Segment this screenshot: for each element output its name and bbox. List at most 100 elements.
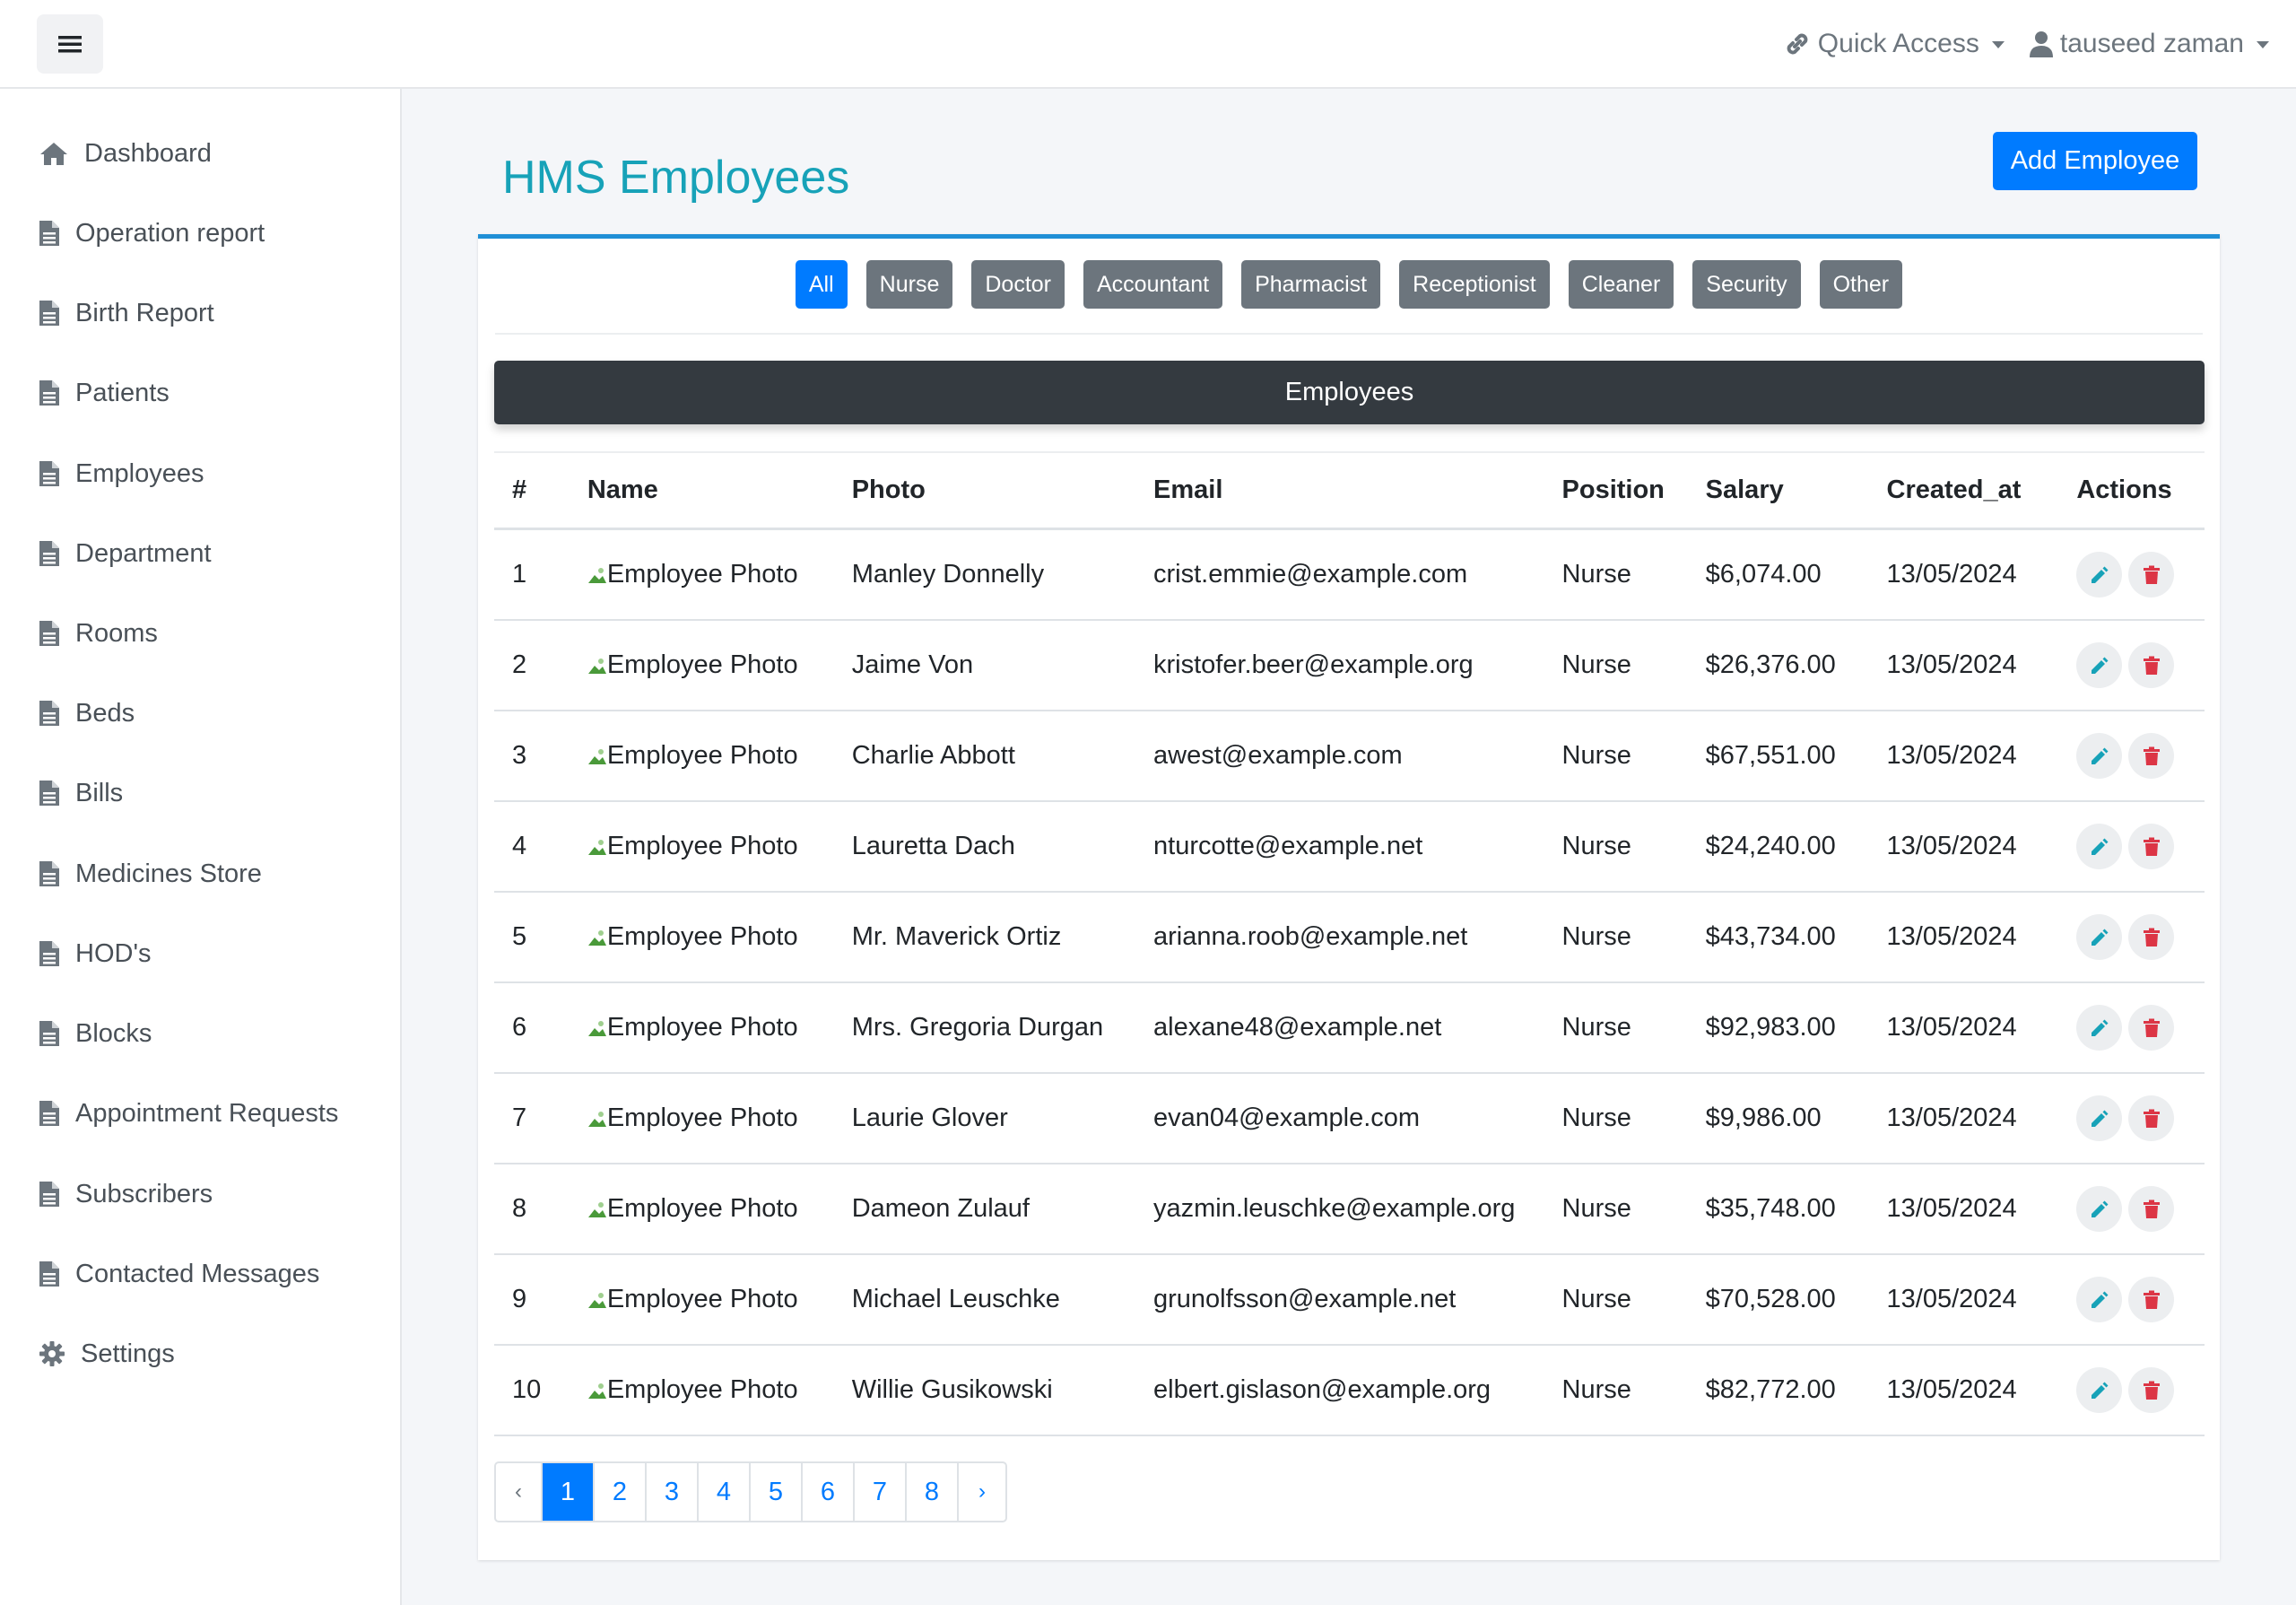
sidebar-item-patients[interactable]: Patients: [39, 371, 170, 415]
row-actions: [2058, 711, 2205, 802]
chevron-down-icon: [2257, 40, 2269, 48]
employee-salary: $82,772.00: [1687, 1345, 1869, 1436]
user-dropdown[interactable]: tauseed zaman: [2029, 29, 2269, 59]
filter-nurse-button[interactable]: Nurse: [865, 260, 953, 309]
pagination-page-2[interactable]: 2: [595, 1463, 647, 1521]
pagination-page-4[interactable]: 4: [699, 1463, 751, 1521]
quick-access-dropdown[interactable]: Quick Access: [1784, 29, 2005, 59]
broken-image-icon: [587, 1292, 606, 1308]
pagination-page-7[interactable]: 7: [855, 1463, 907, 1521]
sidebar-item-medicines-store[interactable]: Medicines Store: [39, 851, 262, 896]
edit-button[interactable]: [2076, 914, 2123, 960]
pencil-icon: [2091, 747, 2109, 764]
add-employee-button[interactable]: Add Employee: [1993, 132, 2197, 190]
edit-button[interactable]: [2076, 1367, 2123, 1413]
filter-security-button[interactable]: Security: [1692, 260, 1801, 309]
edit-button[interactable]: [2076, 1277, 2123, 1322]
filter-all-button[interactable]: All: [795, 260, 848, 309]
employee-salary: $70,528.00: [1687, 1254, 1869, 1346]
delete-button[interactable]: [2128, 642, 2175, 688]
delete-button[interactable]: [2128, 552, 2175, 598]
sidebar-item-label: Subscribers: [75, 1179, 213, 1208]
edit-button[interactable]: [2076, 1095, 2123, 1141]
document-icon: [39, 541, 59, 566]
employee-salary: $67,551.00: [1687, 711, 1869, 802]
pagination-prev-button[interactable]: ‹: [496, 1463, 543, 1521]
sidebar-item-contacted-messages[interactable]: Contacted Messages: [39, 1252, 319, 1296]
row-number: 6: [494, 982, 570, 1074]
employee-email: arianna.roob@example.net: [1135, 892, 1544, 983]
delete-button[interactable]: [2128, 1005, 2175, 1051]
pencil-icon: [2091, 1019, 2109, 1036]
employee-position: Nurse: [1544, 1164, 1688, 1255]
edit-button[interactable]: [2076, 642, 2123, 688]
sidebar-item-beds[interactable]: Beds: [39, 691, 135, 736]
broken-image-icon: [587, 748, 606, 764]
delete-button[interactable]: [2128, 1186, 2175, 1232]
broken-image-icon: [587, 929, 606, 946]
document-icon: [39, 221, 59, 246]
delete-button[interactable]: [2128, 1095, 2175, 1141]
edit-button[interactable]: [2076, 733, 2123, 779]
delete-button[interactable]: [2128, 1367, 2175, 1413]
sidebar-item-settings[interactable]: Settings: [39, 1331, 175, 1376]
delete-button[interactable]: [2128, 1277, 2175, 1322]
pagination-page-1[interactable]: 1: [543, 1463, 595, 1521]
sidebar-item-department[interactable]: Department: [39, 531, 212, 576]
employee-created-at: 13/05/2024: [1868, 892, 2059, 983]
trash-icon: [2143, 656, 2160, 675]
sidebar-item-appointment-requests[interactable]: Appointment Requests: [39, 1091, 338, 1136]
sidebar-item-label: Bills: [75, 778, 124, 807]
col-name-header: Name: [569, 451, 834, 530]
quick-access-label: Quick Access: [1817, 28, 1979, 58]
sidebar-item-dashboard[interactable]: Dashboard: [39, 131, 212, 176]
edit-button[interactable]: [2076, 552, 2123, 598]
edit-button[interactable]: [2076, 824, 2123, 869]
pagination-page-5[interactable]: 5: [751, 1463, 803, 1521]
delete-button[interactable]: [2128, 733, 2175, 779]
employee-email: evan04@example.com: [1135, 1073, 1544, 1164]
col-email-header: Email: [1135, 451, 1544, 530]
edit-button[interactable]: [2076, 1186, 2123, 1232]
pagination-page-6[interactable]: 6: [803, 1463, 855, 1521]
pagination-next-button[interactable]: ›: [959, 1463, 1005, 1521]
edit-button[interactable]: [2076, 1005, 2123, 1051]
filter-doctor-button[interactable]: Doctor: [971, 260, 1065, 309]
filter-other-button[interactable]: Other: [1819, 260, 1903, 309]
menu-toggle-button[interactable]: [37, 14, 103, 74]
row-number: 1: [494, 528, 570, 621]
sidebar-item-hod-s[interactable]: HOD's: [39, 931, 151, 976]
sidebar-item-employees[interactable]: Employees: [39, 451, 204, 496]
row-number: 2: [494, 620, 570, 711]
row-actions: [2058, 892, 2205, 983]
trash-icon: [2143, 1290, 2160, 1309]
sidebar-item-operation-report[interactable]: Operation report: [39, 211, 265, 256]
employee-email: yazmin.leuschke@example.org: [1135, 1164, 1544, 1255]
trash-icon: [2143, 928, 2160, 946]
pagination-page-3[interactable]: 3: [647, 1463, 699, 1521]
sidebar-item-blocks[interactable]: Blocks: [39, 1011, 152, 1056]
filter-accountant-button[interactable]: Accountant: [1083, 260, 1223, 309]
filter-pharmacist-button[interactable]: Pharmacist: [1241, 260, 1381, 309]
sidebar-item-bills[interactable]: Bills: [39, 771, 123, 816]
sidebar-item-label: Department: [75, 538, 212, 568]
filter-cleaner-button[interactable]: Cleaner: [1568, 260, 1674, 309]
position-filter-group: All Nurse Doctor Accountant Pharmacist Recept…: [478, 260, 2220, 309]
broken-image-icon: [587, 1111, 606, 1127]
employee-email: grunolfsson@example.net: [1135, 1254, 1544, 1346]
sidebar-item-birth-report[interactable]: Birth Report: [39, 291, 214, 336]
delete-button[interactable]: [2128, 914, 2175, 960]
employee-email: crist.emmie@example.com: [1135, 528, 1544, 621]
sidebar-item-label: Beds: [75, 698, 135, 728]
sidebar-item-label: Settings: [81, 1339, 175, 1368]
pencil-icon: [2091, 929, 2109, 946]
sidebar-item-rooms[interactable]: Rooms: [39, 611, 158, 656]
employee-salary: $43,734.00: [1687, 892, 1869, 983]
employee-position: Nurse: [1544, 528, 1688, 621]
sidebar: Dashboard Operation report Birth Report Pat…: [0, 89, 402, 1605]
delete-button[interactable]: [2128, 824, 2175, 869]
pagination: ‹ 1 2 3 4 5 6 7 8 ›: [494, 1461, 1007, 1522]
filter-receptionist-button[interactable]: Receptionist: [1399, 260, 1550, 309]
pagination-page-8[interactable]: 8: [907, 1463, 959, 1521]
sidebar-item-subscribers[interactable]: Subscribers: [39, 1172, 213, 1217]
